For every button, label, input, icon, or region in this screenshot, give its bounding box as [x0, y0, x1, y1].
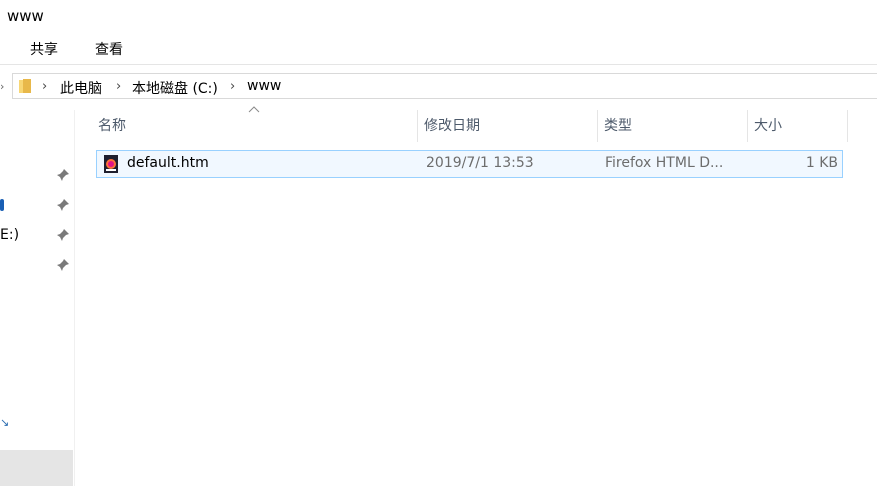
breadcrumb-www[interactable]: www	[247, 78, 281, 94]
file-type: Firefox HTML D...	[605, 155, 724, 171]
ribbon-tabs: 共享 查看	[0, 34, 877, 65]
tab-share[interactable]: 共享	[30, 39, 58, 59]
pin-icon[interactable]	[56, 198, 70, 212]
nav-item-drive-e[interactable]: E:)	[0, 227, 19, 243]
breadcrumb-chevron-icon[interactable]: ›	[116, 79, 121, 94]
column-header-size[interactable]: 大小	[748, 110, 848, 142]
title-bar: www	[0, 0, 877, 34]
table-row[interactable]: default.htm 2019/7/1 13:53 Firefox HTML …	[96, 150, 843, 178]
address-bar[interactable]: › 此电脑 › 本地磁盘 (C:) › www	[12, 73, 877, 99]
breadcrumb-chevron-icon[interactable]: ›	[230, 79, 235, 94]
window-title: www	[7, 7, 44, 25]
tab-view[interactable]: 查看	[95, 39, 123, 59]
nav-item-icon: ↘	[0, 416, 10, 429]
file-size: 1 KB	[805, 155, 838, 171]
navigation-pane: E:) ↘	[0, 110, 75, 486]
column-header-type[interactable]: 类型	[598, 110, 748, 142]
pin-icon[interactable]	[56, 168, 70, 182]
nav-item-selected[interactable]	[0, 450, 73, 486]
pin-icon[interactable]	[56, 228, 70, 242]
nav-up-chevron-icon[interactable]: ›	[0, 80, 4, 93]
nav-item-icon	[0, 199, 4, 211]
firefox-html-file-icon	[104, 155, 118, 173]
file-name[interactable]: default.htm	[127, 155, 209, 171]
folder-icon	[19, 79, 31, 93]
file-modified-date: 2019/7/1 13:53	[426, 155, 534, 171]
breadcrumb-chevron-icon[interactable]: ›	[42, 79, 47, 94]
breadcrumb-local-disk[interactable]: 本地磁盘 (C:)	[132, 78, 218, 98]
column-header-date[interactable]: 修改日期	[418, 110, 598, 142]
breadcrumb-this-pc[interactable]: 此电脑	[60, 78, 102, 98]
pin-icon[interactable]	[56, 258, 70, 272]
column-header-name[interactable]: 名称	[92, 110, 418, 142]
